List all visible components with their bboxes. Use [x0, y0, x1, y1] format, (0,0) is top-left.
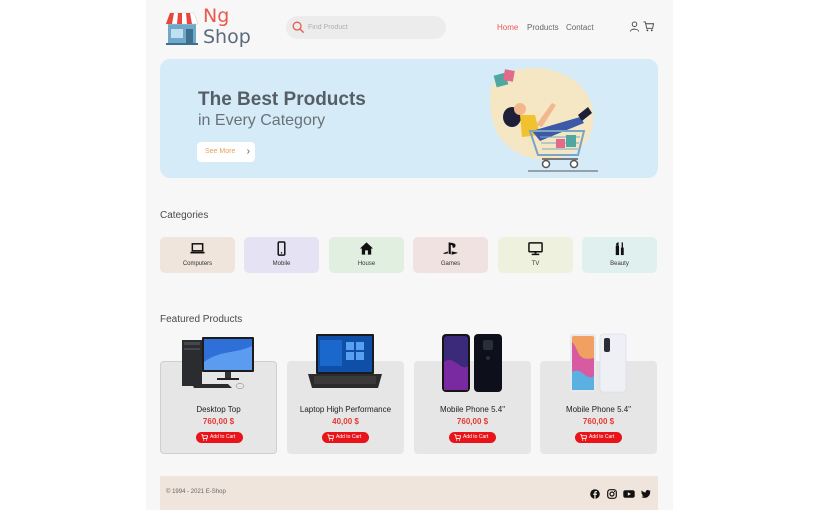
- footer: © 1994 - 2021 E-Shop: [160, 476, 658, 510]
- add-to-cart-label: Add to Cart: [589, 434, 615, 440]
- add-to-cart-label: Add to Cart: [336, 434, 362, 440]
- search-icon[interactable]: [292, 21, 305, 34]
- category-games[interactable]: Games: [413, 237, 488, 273]
- laptop-image: [308, 334, 382, 388]
- instagram-icon[interactable]: [607, 489, 617, 499]
- category-house[interactable]: House: [329, 237, 404, 273]
- add-to-cart-label: Add to Cart: [463, 434, 489, 440]
- brand-name-line2: Shop: [203, 26, 251, 48]
- user-icon[interactable]: [629, 21, 640, 32]
- laptop-icon: [190, 243, 205, 254]
- product-price: 760,00 $: [582, 417, 615, 426]
- product-name: Mobile Phone 5.4": [565, 405, 632, 414]
- product-name: Desktop Top: [196, 405, 241, 414]
- featured-title: Featured Products: [160, 314, 243, 325]
- category-label: Games: [440, 261, 461, 267]
- nav-home[interactable]: Home: [497, 23, 518, 32]
- desktop-computer-image: [182, 337, 254, 389]
- category-label: TV: [531, 261, 540, 267]
- house-icon: [359, 242, 374, 255]
- brand-name-line1: Ng: [203, 5, 230, 27]
- product-price: 40,00 $: [332, 417, 359, 426]
- add-to-cart-button[interactable]: Add to Cart: [322, 432, 369, 443]
- category-label: Mobile: [272, 261, 291, 267]
- beauty-icon: [615, 241, 624, 256]
- nav-products[interactable]: Products: [527, 23, 559, 32]
- shopping-cart-illustration: [490, 68, 598, 172]
- product-price: 760,00 $: [456, 417, 489, 426]
- product-name: Laptop High Performance: [299, 405, 392, 414]
- facebook-icon[interactable]: [590, 489, 600, 499]
- page: Ng Shop Home Products Contact The Best P…: [146, 0, 673, 510]
- brand-name[interactable]: Ng Shop: [203, 6, 251, 48]
- category-label: House: [357, 261, 376, 267]
- add-to-cart-button[interactable]: Add to Cart: [196, 432, 243, 443]
- cart-icon: [327, 434, 334, 441]
- youtube-icon[interactable]: [623, 489, 635, 499]
- hero-banner: The Best Products in Every Category See …: [160, 59, 658, 178]
- add-to-cart-label: Add to Cart: [210, 434, 236, 440]
- add-to-cart-button[interactable]: Add to Cart: [449, 432, 496, 443]
- tv-icon: [528, 242, 543, 256]
- see-more-button[interactable]: See More ›: [197, 142, 255, 162]
- category-label: Beauty: [610, 261, 629, 267]
- cart-icon: [201, 434, 208, 441]
- nav-contact[interactable]: Contact: [566, 23, 594, 32]
- cart-icon: [580, 434, 587, 441]
- chevron-right-icon: ›: [246, 146, 250, 157]
- search-input[interactable]: [308, 20, 438, 35]
- category-tv[interactable]: TV: [498, 237, 573, 273]
- cart-icon: [454, 434, 461, 441]
- phone-icon: [277, 241, 286, 256]
- categories-title: Categories: [160, 210, 209, 221]
- banner-title: The Best Products: [198, 89, 366, 110]
- storefront-icon[interactable]: [165, 10, 199, 46]
- cart-icon[interactable]: [643, 21, 654, 32]
- playstation-icon: [443, 242, 458, 255]
- product-price: 760,00 $: [202, 417, 235, 426]
- xiaomi-phone-image: [570, 333, 627, 393]
- add-to-cart-button[interactable]: Add to Cart: [575, 432, 622, 443]
- samsung-phone-image: [442, 334, 502, 392]
- banner-subtitle: in Every Category: [198, 112, 326, 129]
- category-mobile[interactable]: Mobile: [244, 237, 319, 273]
- product-name: Mobile Phone 5.4": [439, 405, 506, 414]
- search-bar: [286, 16, 446, 39]
- category-label: Computers: [182, 261, 213, 267]
- see-more-label: See More: [205, 148, 236, 155]
- copyright-text: © 1994 - 2021 E-Shop: [166, 489, 226, 495]
- category-beauty[interactable]: Beauty: [582, 237, 657, 273]
- twitter-icon[interactable]: [641, 489, 651, 499]
- category-computers[interactable]: Computers: [160, 237, 235, 273]
